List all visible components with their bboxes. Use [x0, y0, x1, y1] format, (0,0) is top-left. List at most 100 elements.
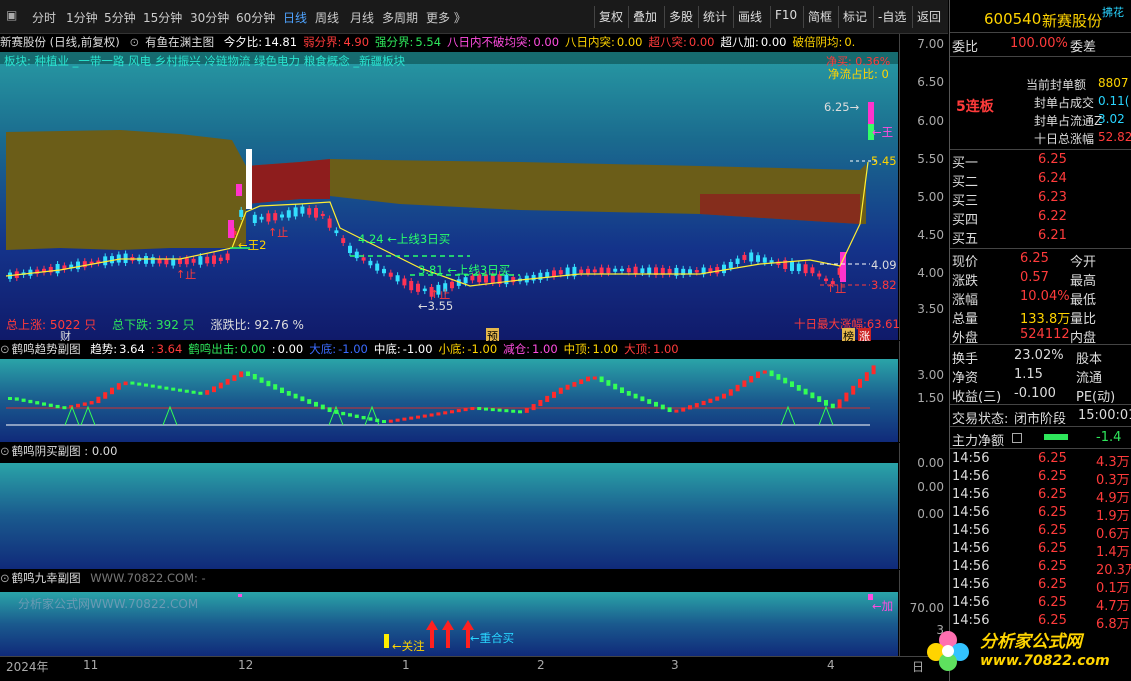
candle: [592, 269, 597, 273]
sub1-y-tick: 3.00: [917, 368, 944, 382]
sub2-y-axis: 0.00 0.00 0.00: [899, 443, 948, 569]
period-tab[interactable]: 5分钟: [104, 9, 136, 26]
toolbar-button[interactable]: 标记: [838, 6, 871, 28]
period-tab[interactable]: 月线: [350, 9, 374, 26]
stat-value: 4.90: [343, 35, 370, 49]
trend-bar: [395, 418, 400, 422]
sub2-title[interactable]: 鹤鸣阴买副图 : 0.00: [12, 444, 118, 458]
sub1-title[interactable]: 鹤鸣趋势副图: [12, 342, 81, 356]
period-tab[interactable]: 15分钟: [143, 9, 182, 26]
quote-label-2: 量比: [1070, 312, 1097, 327]
signal-chonghe: ←重合买: [470, 631, 515, 645]
toolbar-menu-icon[interactable]: ▣: [6, 8, 17, 22]
bid-row[interactable]: 买二 6.24: [950, 171, 1131, 190]
yinmai-canvas[interactable]: [0, 443, 898, 569]
signal-jia: ←加: [872, 599, 894, 613]
corner-label[interactable]: 拂花: [1102, 4, 1124, 20]
candle: [633, 266, 638, 275]
candle: [184, 258, 189, 265]
toolbar-button[interactable]: 返回: [912, 6, 945, 28]
trend-bar: [239, 371, 244, 378]
toolbar-button[interactable]: 叠加: [628, 6, 661, 28]
trend-bar: [824, 399, 828, 406]
candle: [123, 253, 128, 264]
stat-label: 超八加:: [720, 35, 759, 49]
toolbar-button[interactable]: 统计: [698, 6, 731, 28]
tick-volume: 4.7万: [1096, 599, 1130, 614]
tick-row: 14:56 6.25 0.3万: [950, 469, 1131, 488]
tick-price: 6.25: [1038, 541, 1067, 556]
toolbar-button[interactable]: -自选: [873, 6, 910, 28]
y-axis-tick: 4.50: [917, 228, 944, 242]
stat-value: -1.00: [338, 342, 368, 356]
bid-row[interactable]: 买四 6.22: [950, 209, 1131, 228]
trend-bar: [416, 415, 420, 419]
stat-value: 5.54: [415, 35, 442, 49]
candle: [620, 268, 624, 272]
trend-bar: [599, 376, 604, 383]
toolbar-button[interactable]: F10: [770, 6, 801, 28]
trend-bar: [565, 384, 570, 390]
stock-name[interactable]: 新赛股份: [1042, 10, 1102, 31]
tick-volume: 4.3万: [1096, 455, 1130, 470]
signal-guanzhu: ←关注: [392, 639, 425, 653]
sub1-toggle-icon[interactable]: ⊙: [0, 342, 10, 356]
trend-bar: [837, 399, 842, 409]
period-tab[interactable]: 周线: [315, 9, 339, 26]
period-tab[interactable]: 多周期: [382, 9, 418, 26]
candle: [450, 281, 454, 289]
period-tab[interactable]: 60分钟: [236, 9, 275, 26]
trend-bar: [246, 371, 250, 376]
sub-panel-trend: ⊙ 鹤鸣趋势副图 趋势: 3.64:3.64 鹤鸣出击: 0.00:0.00 大底: -1.…: [0, 341, 898, 442]
bid-price: 6.25: [1038, 152, 1067, 167]
list-icon[interactable]: [1012, 433, 1022, 443]
candle: [320, 213, 325, 216]
stat-value: 1.00: [532, 342, 558, 356]
candle: [735, 258, 740, 264]
trend-bar: [8, 397, 12, 400]
sub2-toggle-icon[interactable]: ⊙: [0, 444, 10, 458]
toolbar-button[interactable]: 画线: [733, 6, 766, 28]
trend-bar: [273, 384, 278, 390]
indicator-toggle-icon[interactable]: ⊙: [129, 35, 139, 49]
period-tab[interactable]: 分时: [32, 9, 56, 26]
trend-bar: [314, 401, 318, 407]
bid-row[interactable]: 买五 6.21: [950, 228, 1131, 247]
trend-bar: [436, 412, 441, 416]
quote-label: 总量: [952, 312, 979, 327]
trend-bar: [48, 403, 53, 407]
trend-bar: [42, 402, 46, 406]
quote-row: 涨跌 0.57 最高: [950, 270, 1131, 289]
trend-bar: [116, 383, 121, 390]
trend-bar: [762, 370, 767, 374]
bid-label: 买五: [952, 232, 979, 247]
trend-bar: [851, 385, 856, 395]
sub3-toggle-icon[interactable]: ⊙: [0, 571, 10, 585]
bid-row[interactable]: 买一 6.25: [950, 152, 1131, 171]
period-tab[interactable]: 更多 》: [426, 9, 466, 26]
quote-row: 外盘 524112 内盘: [950, 327, 1131, 346]
trend-bar: [817, 396, 822, 402]
period-tab[interactable]: 日线: [283, 9, 307, 26]
toolbar-button[interactable]: 复权: [594, 6, 627, 28]
trend-bar: [280, 387, 284, 393]
stat-label: 小底:: [438, 342, 466, 356]
x-tick: 1: [402, 658, 410, 672]
main-flow-row[interactable]: 主力净额 -1.4: [950, 430, 1131, 449]
trend-bar: [252, 374, 257, 380]
trend-bar: [715, 396, 720, 401]
toolbar-button[interactable]: 多股: [664, 6, 697, 28]
quote-value: -0.100: [1014, 386, 1056, 401]
site-logo: 分析家公式网 www.70822.com: [922, 622, 1128, 678]
candle: [300, 206, 305, 214]
trend-bar: [558, 387, 563, 394]
period-tab[interactable]: 1分钟: [66, 9, 98, 26]
indicator-name[interactable]: 有鱼在渊主图: [145, 35, 214, 49]
bid-row[interactable]: 买三 6.23: [950, 190, 1131, 209]
trend-bar: [89, 401, 94, 405]
trend-bar: [348, 413, 352, 417]
sub3-title[interactable]: 鹤鸣九幸副图: [12, 571, 81, 585]
toolbar-button[interactable]: 简框: [803, 6, 836, 28]
period-tab[interactable]: 30分钟: [190, 9, 229, 26]
trend-bar: [205, 390, 210, 395]
